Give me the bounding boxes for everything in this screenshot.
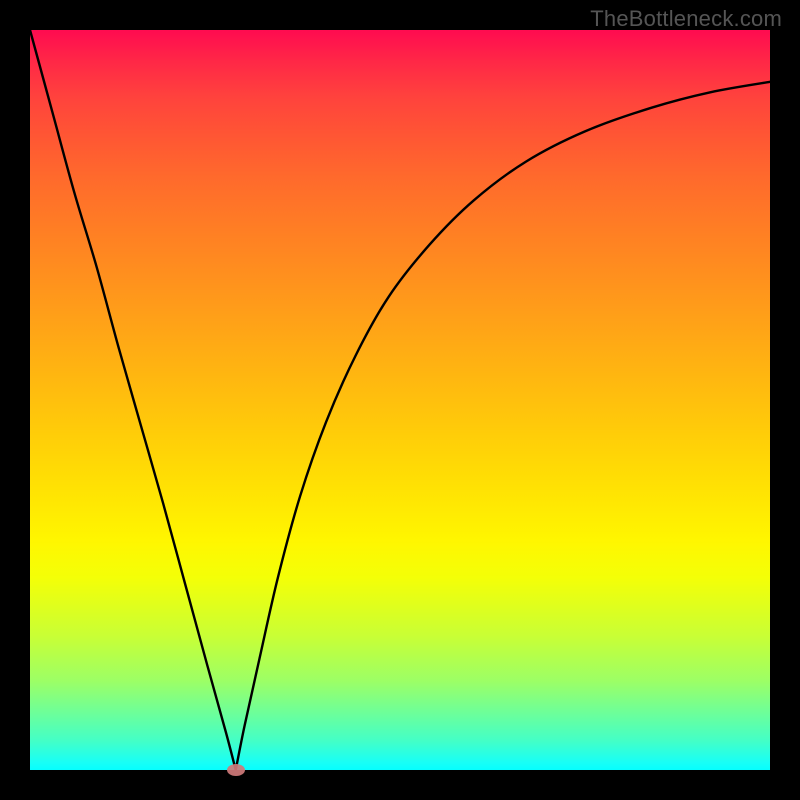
watermark-text: TheBottleneck.com bbox=[590, 6, 782, 32]
chart-curve-svg bbox=[30, 30, 770, 770]
chart-plot-area bbox=[30, 30, 770, 770]
v-curve-line bbox=[30, 30, 770, 770]
minimum-point-marker bbox=[227, 764, 245, 776]
